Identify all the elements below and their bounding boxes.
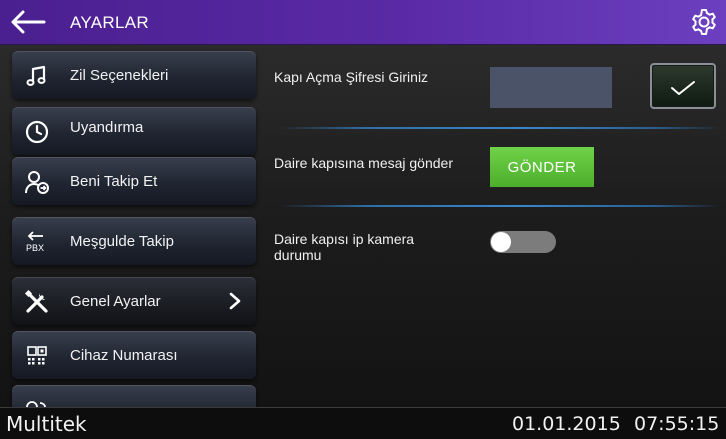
sidebar-item-label: Uyandırma (70, 119, 144, 136)
sidebar-item-device-number[interactable]: Cihaz Numarası (12, 331, 256, 379)
sidebar-menu: Zil Seçenekleri Uyandırma Beni Takip Et (0, 45, 262, 407)
settings-button[interactable] (688, 6, 720, 38)
divider (280, 127, 720, 129)
pbx-forward-icon: PBX (26, 231, 44, 253)
sidebar-item-label: Zil Seçenekleri (70, 67, 169, 84)
camera-status-toggle[interactable] (490, 231, 556, 253)
date-label: 01.01.2015 (512, 413, 621, 435)
send-button[interactable]: GÖNDER (490, 147, 594, 187)
sidebar-item-busy-follow[interactable]: PBX Meşgulde Takip (12, 217, 256, 265)
partial-icon (26, 401, 46, 407)
sidebar-item-label: Meşgulde Takip (70, 233, 174, 250)
arrow-left-icon (11, 10, 46, 34)
device-number-icon (27, 346, 47, 365)
sidebar-item-follow-me[interactable]: Beni Takip Et (12, 157, 256, 205)
gear-icon (692, 9, 716, 35)
sidebar-item-label: Beni Takip Et (70, 173, 158, 190)
sidebar-item-label: Genel Ayarlar (70, 293, 161, 310)
checkmark-icon (671, 81, 695, 95)
sidebar-item-label: Cihaz Numarası (70, 347, 178, 364)
chevron-right-icon (229, 292, 241, 310)
camera-status-label-line1: Daire kapısı ip kamera (274, 231, 415, 247)
main-area: Zil Seçenekleri Uyandırma Beni Takip Et (0, 45, 726, 407)
door-password-label: Kapı Açma Şifresi Giriniz (274, 69, 429, 85)
sidebar-item-partial[interactable] (12, 385, 256, 407)
page-title: AYARLAR (70, 13, 149, 32)
music-note-icon (26, 65, 46, 86)
settings-panel: Kapı Açma Şifresi Giriniz Daire kapısına… (262, 45, 726, 407)
door-password-input[interactable] (490, 67, 612, 108)
svg-text:PBX: PBX (26, 243, 44, 253)
sidebar-item-alarm[interactable]: Uyandırma (12, 107, 256, 155)
status-bar: Multitek 01.01.2015 07:55:15 (0, 407, 726, 439)
time-label: 07:55:15 (634, 413, 720, 435)
brand-label: Multitek (6, 412, 87, 436)
header-bar: AYARLAR (0, 0, 726, 45)
clock-icon (25, 120, 49, 144)
sidebar-item-ring-options[interactable]: Zil Seçenekleri (12, 51, 256, 99)
sidebar-item-general-settings[interactable]: Genel Ayarlar (12, 277, 256, 325)
user-follow-icon (25, 171, 49, 194)
camera-status-label: Daire kapısı ip kamera durumu (274, 231, 414, 263)
confirm-button[interactable] (650, 63, 716, 109)
back-button[interactable] (8, 7, 48, 37)
toggle-knob (491, 232, 511, 252)
send-message-label: Daire kapısına mesaj gönder (274, 155, 453, 171)
camera-status-label-line2: durumu (274, 247, 322, 263)
tools-icon (24, 289, 48, 313)
divider (280, 205, 720, 207)
